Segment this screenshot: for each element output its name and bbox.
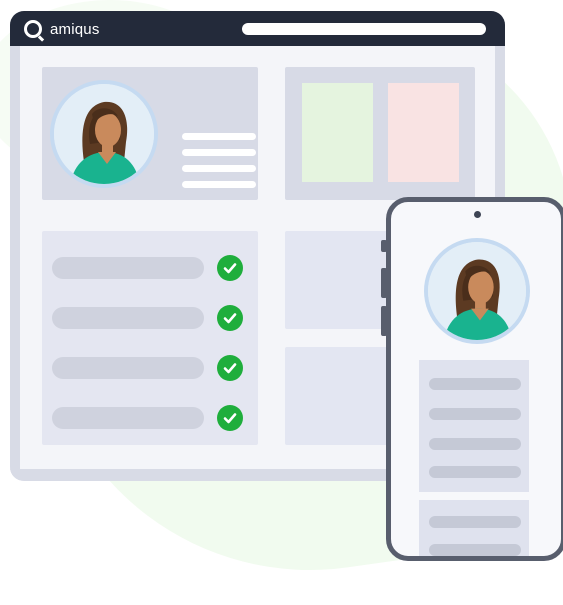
brand-name: amiqus — [50, 20, 100, 38]
checklist-panel — [42, 231, 258, 445]
person-avatar-icon — [428, 242, 526, 340]
checklist-item — [52, 357, 204, 379]
checklist-item — [52, 407, 204, 429]
profile-line — [182, 165, 256, 172]
phone-list-item — [429, 466, 521, 478]
phone-list-item — [429, 516, 521, 528]
green-card[interactable] — [302, 83, 373, 182]
checklist-item — [52, 307, 204, 329]
brand-logo[interactable]: amiqus — [24, 20, 100, 38]
phone-list-item — [429, 544, 521, 556]
phone-list-item — [429, 438, 521, 450]
pink-card[interactable] — [388, 83, 459, 182]
profile-line — [182, 149, 256, 156]
check-circle-icon — [217, 405, 243, 431]
profile-line — [182, 181, 256, 188]
phone-list — [419, 360, 529, 492]
profile-line — [182, 133, 256, 140]
cards-panel — [285, 67, 475, 200]
camera-icon — [474, 211, 481, 218]
check-circle-icon — [217, 305, 243, 331]
phone-list — [419, 500, 529, 556]
phone-list-item — [429, 378, 521, 390]
title-bar: amiqus — [10, 11, 505, 46]
phone-device — [386, 197, 563, 561]
checklist-item — [52, 257, 204, 279]
check-circle-icon — [217, 355, 243, 381]
phone-list-item — [429, 408, 521, 420]
person-avatar-icon — [54, 84, 154, 184]
amiqus-logo-icon — [24, 20, 42, 38]
address-bar[interactable] — [242, 23, 486, 35]
check-circle-icon — [217, 255, 243, 281]
